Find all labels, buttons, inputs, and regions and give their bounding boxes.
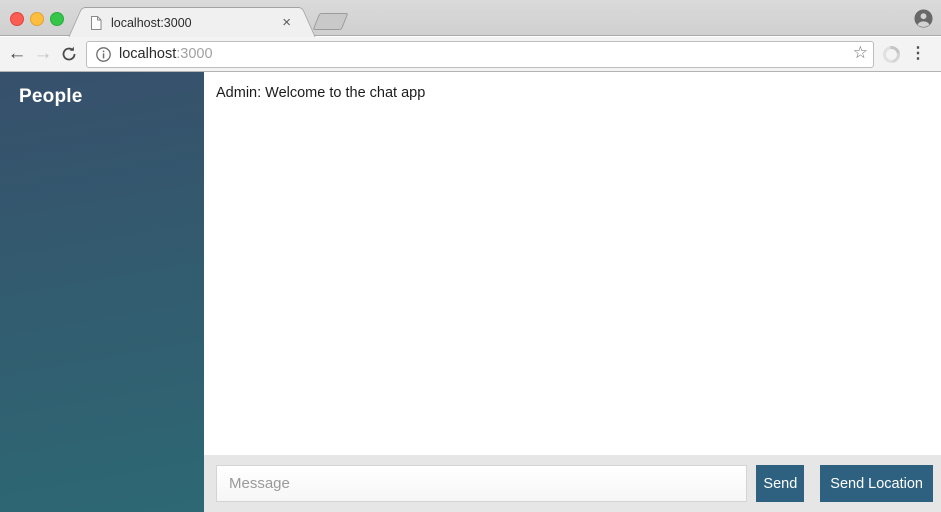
browser-toolbar: ← → localhost:3000 ☆ ⋮ [0,37,941,72]
tab-close-icon[interactable]: × [279,15,294,30]
page-favicon-icon [91,15,102,30]
people-sidebar: People [0,72,204,512]
extension-icon[interactable] [879,42,904,66]
page-content: People Admin: Welcome to the chat app Se… [0,72,941,512]
window-controls [10,12,64,26]
message-input[interactable] [216,465,748,502]
chat-message: Admin: Welcome to the chat app [216,85,426,101]
close-window-button[interactable] [10,12,24,26]
browser-window: localhost:3000 × ← → localhost:3000 ☆ ⋮ … [0,0,941,512]
url-host: localhost [119,46,177,62]
tab-title: localhost:3000 [111,15,192,30]
tab-strip: localhost:3000 × [0,0,941,37]
send-location-button[interactable]: Send Location [820,465,933,502]
url-text: localhost:3000 [119,46,213,62]
url-port: :3000 [176,46,213,62]
minimize-window-button[interactable] [30,12,44,26]
browser-tab[interactable]: localhost:3000 × [86,7,298,37]
chat-main: Admin: Welcome to the chat app Send Send… [204,72,941,512]
browser-menu-icon[interactable]: ⋮ [910,46,926,62]
reload-icon [62,46,76,61]
message-list: Admin: Welcome to the chat app [204,72,941,455]
back-button[interactable]: ← [4,41,30,67]
bookmark-star-icon[interactable]: ☆ [853,43,868,63]
address-bar[interactable]: localhost:3000 ☆ [86,40,874,68]
message-composer: Send Send Location [204,455,941,512]
new-tab-button[interactable] [312,13,349,30]
forward-button: → [33,43,53,64]
reload-button[interactable] [56,41,82,67]
sidebar-title: People [19,86,83,107]
zoom-window-button[interactable] [50,12,64,26]
page-info-icon[interactable] [96,46,111,62]
send-button[interactable]: Send [756,465,805,502]
profile-avatar-icon[interactable] [914,9,933,28]
